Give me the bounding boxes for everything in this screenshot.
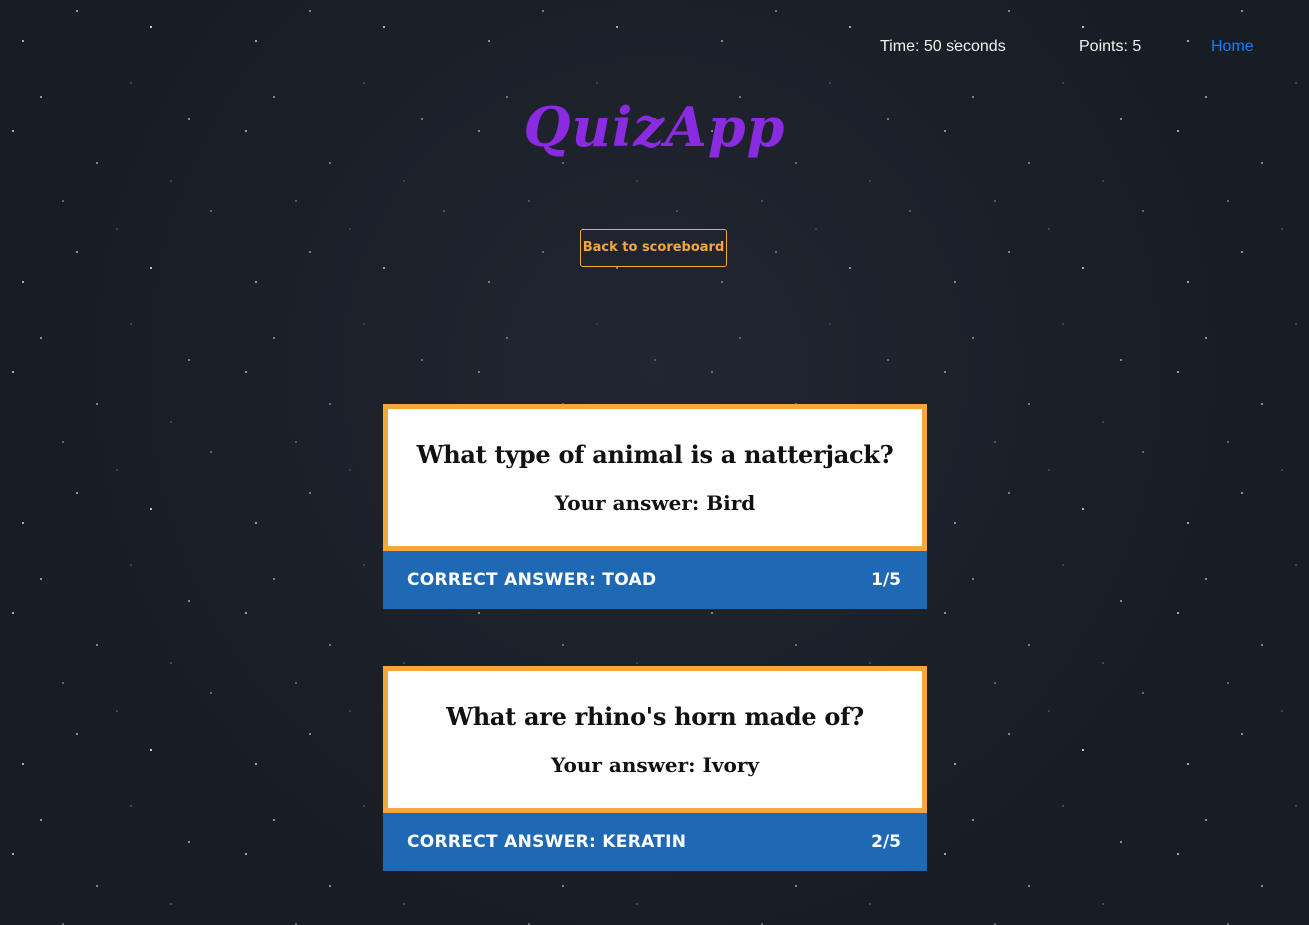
question-box: What type of animal is a natterjack? You…	[383, 404, 927, 551]
points-display: Points: 5	[1079, 38, 1142, 55]
your-answer-text: Your answer: Ivory	[551, 753, 759, 777]
result-card: What are rhino's horn made of? Your answ…	[383, 666, 927, 871]
question-box: What are rhino's horn made of? Your answ…	[383, 666, 927, 813]
result-card: What type of animal is a natterjack? You…	[383, 404, 927, 609]
question-progress: 1/5	[871, 570, 901, 590]
correct-answer-text: CORRECT ANSWER: KERATIN	[407, 832, 687, 852]
question-progress: 2/5	[871, 832, 901, 852]
time-display: Time: 50 seconds	[880, 38, 1006, 55]
your-answer-text: Your answer: Bird	[554, 491, 756, 515]
question-text: What are rhino's horn made of?	[446, 702, 864, 731]
home-link[interactable]: Home	[1211, 36, 1254, 58]
top-bar: Time: 50 seconds Points: 5 Home	[0, 36, 1309, 58]
app-title: QuizApp	[523, 95, 786, 159]
correct-answer-bar: CORRECT ANSWER: KERATIN 2/5	[383, 813, 927, 871]
correct-answer-bar: CORRECT ANSWER: TOAD 1/5	[383, 551, 927, 609]
question-text: What type of animal is a natterjack?	[416, 440, 894, 469]
correct-answer-text: CORRECT ANSWER: TOAD	[407, 570, 657, 590]
back-to-scoreboard-button[interactable]: Back to scoreboard	[580, 229, 727, 267]
